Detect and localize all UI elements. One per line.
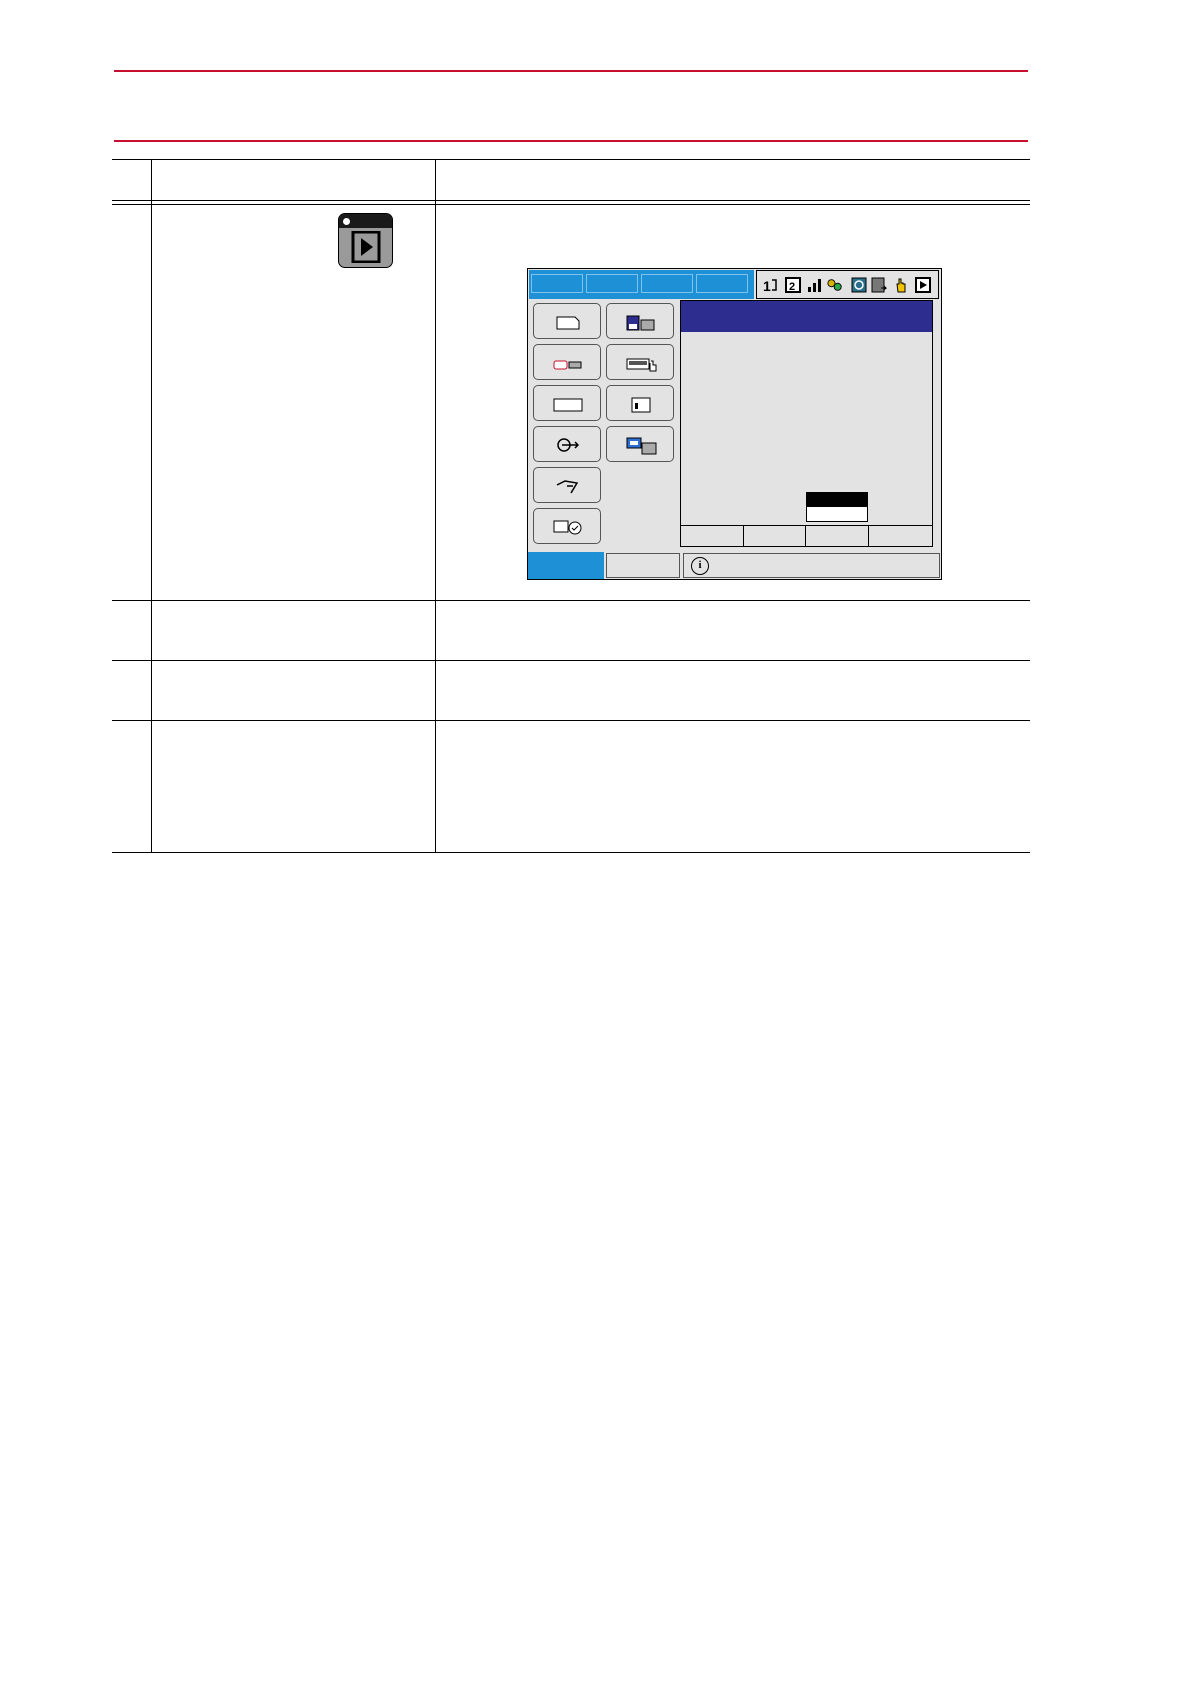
cycle-icon — [851, 277, 867, 293]
svg-text:1: 1 — [763, 278, 771, 293]
servo-icon — [827, 279, 842, 291]
panel-input-box[interactable] — [806, 506, 868, 522]
menu-display[interactable] — [606, 426, 674, 462]
main-menu-button[interactable] — [528, 552, 604, 579]
job-icon — [556, 316, 580, 330]
system-info-icon — [553, 520, 582, 535]
menu-robot[interactable] — [533, 344, 601, 380]
message-line: i — [683, 553, 940, 578]
tab-main-menu[interactable] — [531, 274, 583, 293]
display-icon — [626, 437, 657, 455]
play-icon — [915, 277, 931, 293]
hand-icon — [896, 278, 906, 293]
menu-variable[interactable] — [533, 467, 601, 503]
menu-display-setup[interactable] — [606, 385, 674, 421]
function-key-bar — [681, 525, 932, 547]
play-mode-key-icon — [338, 213, 393, 268]
panel-dark-label — [806, 492, 868, 506]
menu-arc-welding[interactable] — [533, 426, 601, 462]
tab-3[interactable] — [641, 274, 693, 293]
robot-icon — [553, 360, 582, 370]
header-rule-top — [114, 70, 1028, 72]
setup-icon — [626, 358, 657, 372]
coordinate-icon: 2 — [785, 277, 801, 293]
tab-simple-menu[interactable] — [586, 274, 638, 293]
in-out-icon — [553, 398, 583, 412]
program-icon — [871, 277, 887, 293]
menu-job[interactable] — [533, 303, 601, 339]
svg-text:2: 2 — [789, 281, 795, 293]
speed-icon — [808, 279, 821, 292]
display-setup-icon — [631, 397, 651, 413]
content-panel — [680, 300, 933, 547]
info-icon: i — [691, 557, 709, 575]
robot-axis-icon: 1 — [763, 278, 777, 293]
menu-external-memory[interactable] — [606, 303, 674, 339]
menu-in-out[interactable] — [533, 385, 601, 421]
menu-system-info[interactable] — [533, 508, 601, 544]
menu-setup[interactable] — [606, 344, 674, 380]
panel-header — [681, 301, 932, 332]
pendant-screen: 1 2 i — [527, 268, 942, 580]
variable-icon — [556, 480, 579, 494]
simple-menu-button[interactable] — [606, 553, 680, 578]
external-memory-icon — [626, 315, 655, 331]
tab-4[interactable] — [696, 274, 748, 293]
header-rule-bottom — [114, 140, 1028, 142]
arc-welding-icon — [557, 438, 580, 452]
menu-tab-bar — [529, 270, 754, 299]
status-area: 1 2 — [756, 270, 939, 299]
